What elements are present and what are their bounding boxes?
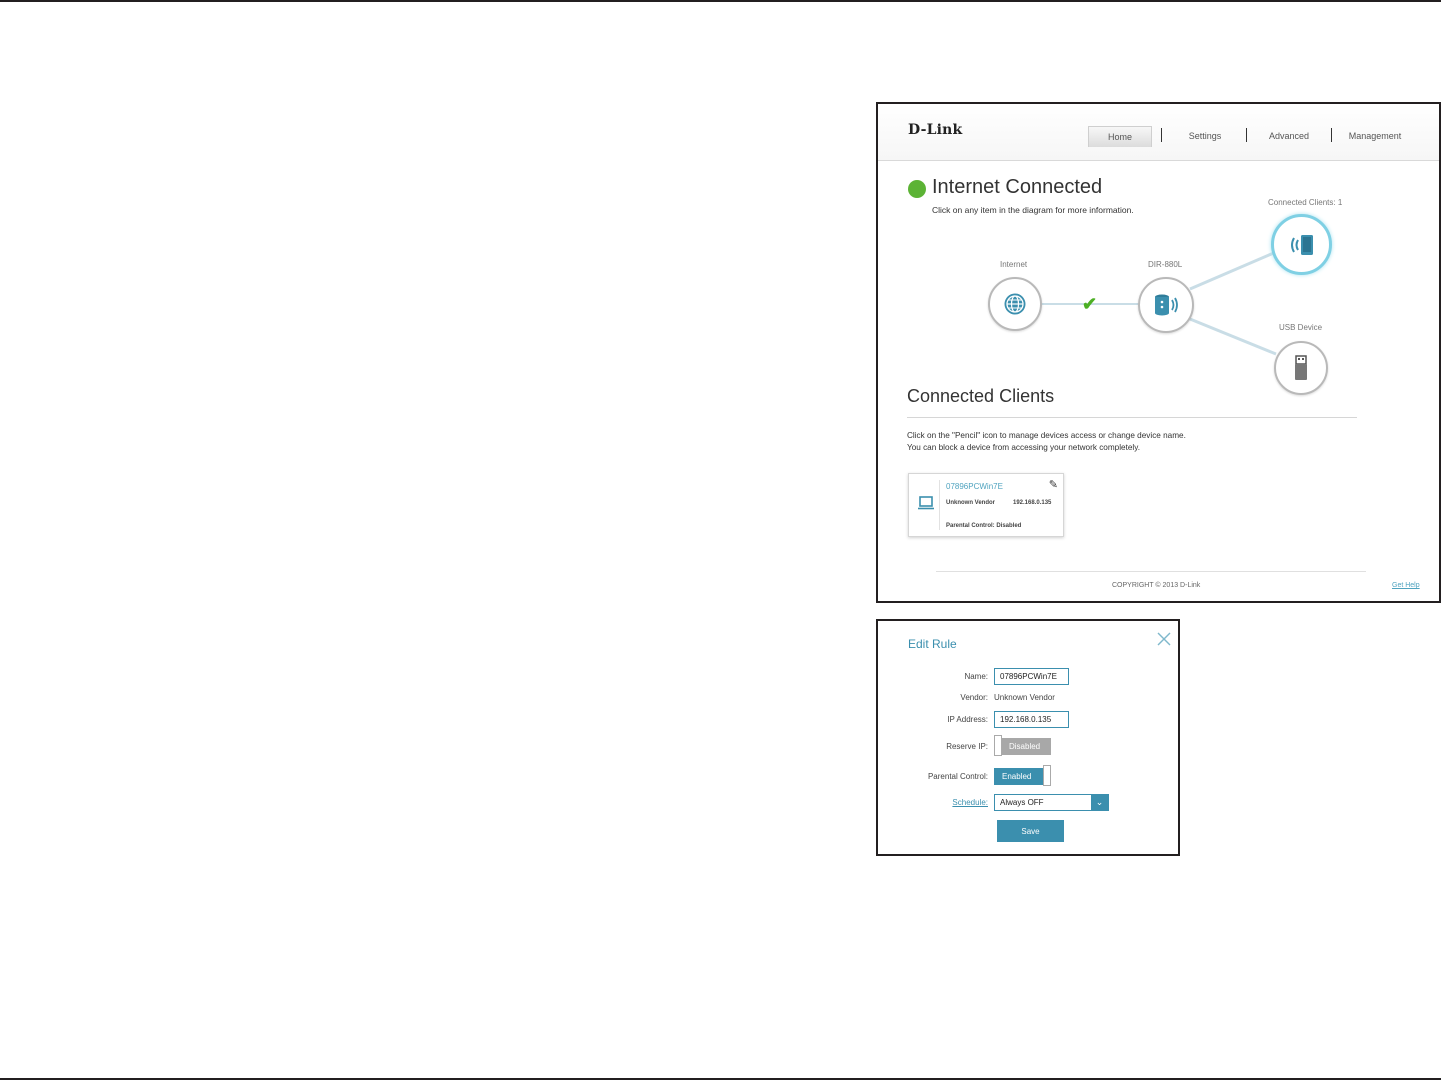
- vendor-value: Unknown Vendor: [994, 693, 1055, 702]
- parental-control-label: Parental Control:: [927, 772, 988, 781]
- name-field[interactable]: [994, 668, 1069, 685]
- client-vendor: Unknown Vendor: [946, 500, 996, 506]
- schedule-select[interactable]: Always OFF ⌄: [994, 794, 1109, 811]
- toggle-knob: [994, 735, 1002, 756]
- connected-clients-label: Connected Clients: 1: [1268, 198, 1343, 207]
- network-diagram-lines: [1041, 250, 1277, 356]
- chevron-down-icon: ⌄: [1091, 795, 1108, 810]
- save-button[interactable]: Save: [997, 820, 1064, 842]
- ip-address-field[interactable]: [994, 711, 1069, 728]
- name-label: Name:: [964, 672, 988, 681]
- internet-node[interactable]: [988, 277, 1042, 331]
- parental-control-state: Enabled: [1002, 772, 1032, 781]
- reserve-ip-toggle[interactable]: Disabled: [994, 735, 1051, 756]
- client-card[interactable]: 07896PCWin7E ✎ Unknown Vendor 192.168.0.…: [908, 473, 1064, 537]
- get-help-link[interactable]: Get Help: [1392, 582, 1420, 589]
- edit-rule-dialog: Edit Rule Name: Vendor: Unknown Vendor I…: [876, 619, 1180, 856]
- computer-icon: [918, 496, 934, 510]
- page-bottom-rule: [0, 1078, 1441, 1080]
- page-top-rule: [0, 0, 1441, 2]
- client-name: 07896PCWin7E: [946, 482, 1003, 491]
- home-screenshot: D-Link Home Settings Advanced Management…: [876, 102, 1441, 603]
- schedule-value: Always OFF: [1000, 798, 1044, 807]
- client-parental-status: Parental Control: Disabled: [946, 523, 1022, 529]
- globe-icon: [1004, 293, 1026, 315]
- parental-control-toggle[interactable]: Enabled: [994, 765, 1051, 786]
- reserve-ip-state: Disabled: [1009, 742, 1041, 751]
- connected-clients-title: Connected Clients: [907, 386, 1055, 406]
- reserve-ip-label: Reserve IP:: [946, 742, 988, 751]
- usb-drive-icon: [1295, 355, 1307, 380]
- mobile-device-icon: [1290, 234, 1313, 255]
- vendor-label: Vendor:: [960, 693, 988, 702]
- connected-clients-node[interactable]: [1271, 214, 1332, 275]
- usb-device-label: USB Device: [1279, 323, 1323, 332]
- footer-divider: [936, 571, 1366, 572]
- connection-check-icon: ✔: [1082, 294, 1098, 314]
- copyright-text: COPYRIGHT © 2013 D-Link: [1112, 582, 1201, 589]
- close-icon[interactable]: [1156, 631, 1172, 647]
- edit-rule-title: Edit Rule: [908, 637, 957, 651]
- client-ip: 192.168.0.135: [1013, 500, 1052, 506]
- internet-label: Internet: [1000, 260, 1028, 269]
- card-divider: [939, 480, 940, 530]
- usb-device-node[interactable]: [1274, 341, 1328, 395]
- router-icon: [1155, 294, 1178, 316]
- pencil-icon[interactable]: ✎: [1049, 478, 1058, 491]
- clients-hint-line-1: Click on the "Pencil" icon to manage dev…: [907, 431, 1186, 440]
- router-label: DIR-880L: [1148, 260, 1183, 269]
- clients-hint-line-2: You can block a device from accessing yo…: [907, 443, 1141, 452]
- toggle-knob: [1043, 765, 1051, 786]
- router-node[interactable]: [1138, 277, 1194, 333]
- schedule-link[interactable]: Schedule:: [952, 798, 988, 807]
- ip-address-label: IP Address:: [947, 715, 988, 724]
- section-divider: [907, 417, 1357, 418]
